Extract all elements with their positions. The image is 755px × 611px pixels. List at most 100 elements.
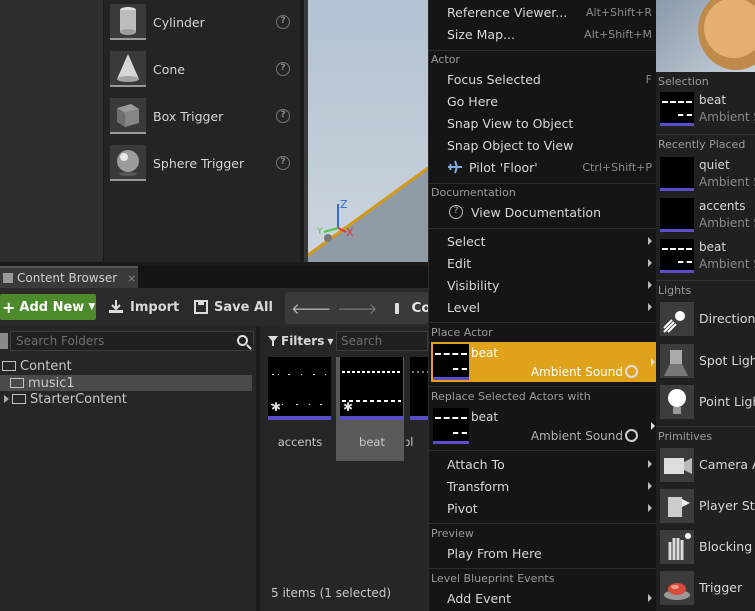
cone-icon (110, 51, 146, 87)
menu-item-transform[interactable]: Transform (447, 476, 652, 496)
menu-item-add-event[interactable]: Add Event (447, 588, 652, 608)
selection-item-name: beat (699, 93, 727, 107)
directional-light-icon (660, 302, 694, 336)
place-item-sphere-trigger[interactable]: Sphere Trigger ? (110, 141, 296, 185)
section-recently-placed: Recently Placed (658, 138, 746, 151)
plus-icon: + (2, 297, 16, 317)
tree-folder-startercontent[interactable]: StarterContent (0, 391, 127, 407)
place-item-label: Cylinder (153, 14, 205, 30)
menu-item-snap-object-to-view[interactable]: Snap Object to View (447, 135, 652, 155)
light-item-name: Point Light (699, 394, 755, 409)
tab-content-browser[interactable]: Content Browser × (0, 266, 138, 288)
submenu-arrow-icon (648, 259, 652, 267)
menu-item-play-from-here[interactable]: Play From Here (447, 543, 652, 563)
circle-icon (625, 429, 638, 442)
recent-item-type: Ambient S (699, 175, 755, 189)
sources-toggle-icon[interactable] (0, 333, 8, 349)
help-icon[interactable]: ? (276, 109, 290, 123)
menu-item-edit[interactable]: Edit (447, 253, 652, 273)
place-item-cone[interactable]: Cone ? (110, 47, 296, 91)
menu-item-attach-to[interactable]: Attach To (447, 454, 652, 474)
menu-item-visibility[interactable]: Visibility (447, 275, 652, 295)
recent-item-beat[interactable]: beat Ambient S (658, 238, 755, 276)
tab-label: Content Browser (17, 271, 118, 285)
menu-item-pivot[interactable]: Pivot (447, 498, 652, 518)
assets-panel: Filters ▼ Search music1 ✱ accents ✱ beat… (260, 326, 428, 611)
light-item-directional[interactable]: Directional (658, 300, 755, 338)
place-item-box-trigger[interactable]: Box Trigger ? (110, 94, 296, 138)
asset-tile-accents[interactable]: ✱ accents (264, 357, 332, 461)
menu-item-snap-view-to-object[interactable]: Snap View to Object (447, 113, 652, 133)
menu-item-size-map[interactable]: Size Map... Alt+Shift+M (447, 24, 652, 44)
filters-button[interactable]: Filters ▼ (268, 331, 334, 351)
place-actors-panel: Cylinder ? Cone ? Box Trigger ? Sphere T… (0, 0, 300, 262)
new-asset-star-icon: ✱ (343, 400, 354, 414)
menu-item-pilot-floor[interactable]: Pilot 'Floor' Ctrl+Shift+P (447, 157, 652, 177)
import-button[interactable]: Import (108, 294, 179, 320)
recent-item-accents[interactable]: accents Ambient S (658, 197, 755, 235)
menu-item-label: Visibility (447, 277, 500, 293)
sound-wave-thumbnail (660, 157, 694, 191)
place-item-label: Sphere Trigger (153, 155, 245, 171)
tree-folder-content[interactable]: Content (0, 358, 72, 374)
menu-item-label: Pivot (447, 500, 478, 516)
close-icon[interactable]: × (127, 272, 136, 285)
menu-item-view-documentation[interactable]: ? View Documentation (447, 202, 652, 222)
recent-item-quiet[interactable]: quiet Ambient S (658, 156, 755, 194)
menu-divider (429, 228, 657, 229)
primitive-item-blocking-volume[interactable]: Blocking V (658, 528, 755, 566)
search-folders-input[interactable]: Search Folders (10, 331, 254, 351)
place-item-cylinder[interactable]: Cylinder ? (110, 0, 296, 44)
menu-divider (429, 523, 657, 524)
light-item-point[interactable]: Point Light (658, 383, 755, 421)
light-item-spot[interactable]: Spot Light (658, 342, 755, 380)
folder-icon (10, 378, 24, 388)
place-actor-type: Ambient Sound (530, 365, 623, 379)
expand-arrow-icon[interactable] (4, 395, 9, 403)
place-actor-beat-item[interactable]: beat Ambient Sound (431, 342, 657, 382)
asset-tile-partial[interactable]: bl (406, 357, 428, 461)
primitive-item-player-start[interactable]: Player Star (658, 487, 755, 525)
asset-tile-beat[interactable]: ✱ beat (336, 357, 404, 461)
menu-item-label: Play From Here (447, 545, 542, 561)
camera-actor-icon (660, 448, 694, 482)
menu-item-reference-viewer[interactable]: Reference Viewer... Alt+Shift+R (447, 2, 652, 22)
primitive-item-trigger[interactable]: Trigger (658, 569, 755, 607)
submenu-arrow-icon (648, 303, 652, 311)
help-icon[interactable]: ? (276, 62, 290, 76)
tree-folder-label: Content (20, 358, 72, 374)
waveform-line (678, 261, 692, 263)
place-item-label: Cone (153, 61, 185, 77)
sound-wave-thumbnail (660, 239, 694, 273)
primitive-item-name: Blocking V (699, 539, 755, 554)
menu-item-focus-selected[interactable]: Focus Selected F (447, 69, 652, 89)
save-all-label: Save All (214, 299, 273, 315)
folder-icon (12, 394, 26, 404)
axis-x-label: X (346, 226, 354, 239)
place-mode-panel: Selection beat Ambient S Recently Placed… (656, 0, 755, 611)
replace-actor-beat-item[interactable]: beat Ambient Sound (431, 406, 657, 446)
search-assets-input[interactable]: Search music1 (336, 331, 428, 351)
place-actor-name: beat (471, 346, 499, 360)
add-new-button[interactable]: + Add New ▼ (0, 294, 96, 320)
save-all-button[interactable]: Save All (194, 294, 273, 320)
forward-arrow-icon[interactable]: 🡒 (337, 299, 377, 318)
menu-item-level[interactable]: Level (447, 297, 652, 317)
sound-wave-thumbnail: ✱ (268, 357, 331, 420)
level-viewport[interactable]: Z X Y (304, 0, 428, 262)
recent-item-name: beat (699, 240, 727, 254)
panel-divider (656, 426, 755, 427)
help-icon[interactable]: ? (276, 156, 290, 170)
chevron-down-icon: ▼ (88, 302, 96, 312)
back-arrow-icon[interactable]: 🡐 (291, 299, 331, 318)
import-icon (109, 300, 123, 313)
blocking-volume-icon (660, 530, 694, 564)
selection-item-beat[interactable]: beat Ambient S (658, 91, 755, 129)
menu-item-select[interactable]: Select (447, 231, 652, 251)
primitive-item-camera-actor[interactable]: Camera Ac (658, 446, 755, 484)
menu-item-label: Pilot 'Floor' (469, 159, 538, 175)
tree-folder-music1[interactable]: music1 (0, 375, 252, 391)
menu-item-go-here[interactable]: Go Here (447, 91, 652, 111)
help-icon[interactable]: ? (276, 15, 290, 29)
sources-panel: Search Folders Content music1 StarterCon… (0, 326, 256, 611)
